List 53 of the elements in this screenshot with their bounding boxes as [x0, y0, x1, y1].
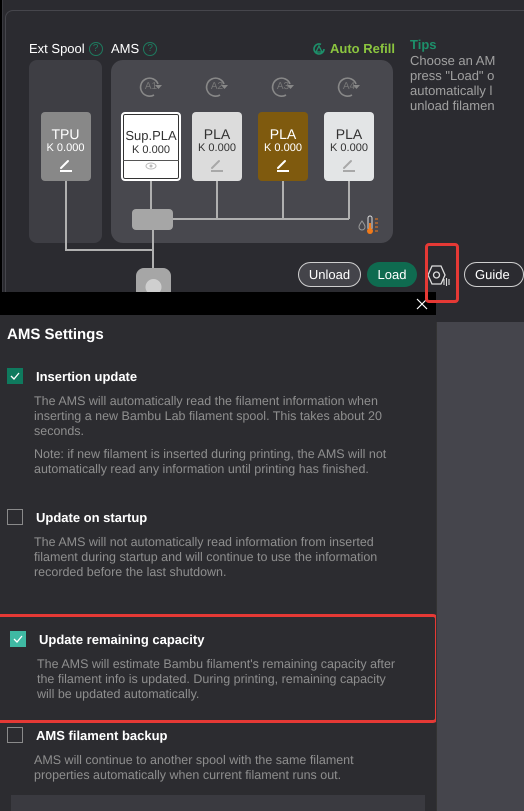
option-description: The AMS will not automatically read information from inserted filament during startup and will continue to use the information recorded before the last shutdown.	[34, 535, 378, 580]
rotate-arrow-icon	[336, 76, 362, 98]
option-label[interactable]: Update on startup	[36, 508, 148, 528]
rotate-arrow-icon	[138, 76, 164, 98]
rotate-arrow-icon	[270, 76, 296, 98]
unload-button[interactable]: Unload	[298, 262, 361, 287]
checkmark-icon	[10, 372, 20, 380]
filament-card[interactable]: PLA K 0.000	[324, 112, 374, 181]
humidity-temperature-icon	[358, 215, 380, 235]
option-label[interactable]: Update remaining capacity	[39, 630, 204, 650]
material-name: Sup.PLA	[125, 128, 177, 144]
option-label[interactable]: Insertion update	[36, 366, 138, 386]
tips-title: Tips	[410, 37, 438, 53]
section-label: AMS	[111, 40, 140, 58]
k-value: K 0.000	[330, 142, 368, 155]
load-button[interactable]: Load	[367, 262, 417, 287]
rotate-arrow-icon	[204, 76, 230, 98]
material-name: PLA	[270, 126, 296, 142]
refresh-icon	[312, 42, 326, 56]
option-description: AMS will continue to another spool with the same filament properties automatically when current filament runs out.	[34, 753, 355, 784]
option-description: Note: if new filament is inserted during printing, the AMS will not automatically read any information until printing has finished.	[34, 447, 388, 478]
k-value: K 0.000	[264, 142, 302, 155]
dialog-title: AMS Settings	[7, 326, 105, 344]
guide-button[interactable]: Guide	[464, 262, 524, 287]
tips-text: Choose an AM	[410, 53, 496, 68]
filament-card[interactable]: PLA K 0.000	[192, 112, 242, 181]
checkbox[interactable]	[7, 727, 23, 744]
spool-icon	[145, 162, 157, 170]
pencil-icon[interactable]	[275, 158, 291, 172]
material-name: PLA	[336, 126, 362, 142]
k-value: K 0.000	[132, 144, 170, 157]
checkmark-icon	[13, 635, 23, 644]
option-label[interactable]: AMS filament backup	[36, 726, 168, 746]
checkbox[interactable]	[7, 368, 23, 384]
filament-card[interactable]: Sup.PLA K 0.000	[121, 112, 181, 181]
checkbox[interactable]	[7, 509, 23, 526]
close-icon[interactable]	[416, 298, 428, 310]
material-name: PLA	[204, 126, 230, 142]
k-value: K 0.000	[198, 142, 236, 155]
section-label: Ext Spool	[29, 40, 85, 58]
checkbox[interactable]	[10, 631, 26, 648]
k-value: K 0.000	[46, 142, 84, 155]
extruder-drawing	[136, 268, 171, 292]
filament-card[interactable]: TPU K 0.000	[40, 112, 90, 181]
option-description: The AMS will automatically read the filament information when inserting a new Bambu Lab filament spool. This takes about 20 seconds.	[34, 394, 383, 440]
filament-card[interactable]: PLA K 0.000	[258, 112, 308, 181]
tips-text: press "Load" o	[410, 68, 496, 83]
auto-refill-link[interactable]: Auto Refill	[330, 39, 395, 59]
tips-text: unload filamen	[410, 98, 496, 113]
option-description: The AMS will estimate Bambu filament's remaining capacity after the filament info is updated. During printing, remaining capacity will be updated automatically.	[37, 657, 396, 702]
material-name: TPU	[52, 126, 80, 142]
tips-text: automatically l	[410, 83, 494, 98]
pencil-icon[interactable]	[58, 158, 74, 172]
